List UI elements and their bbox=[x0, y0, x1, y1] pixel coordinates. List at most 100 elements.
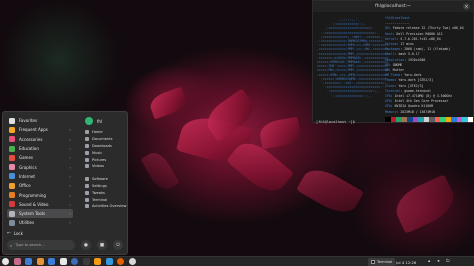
wallpaper-leaf bbox=[296, 162, 364, 220]
info-value: Yaru [GTK2/3] bbox=[398, 83, 424, 88]
network-icon[interactable]: ▴ bbox=[428, 259, 433, 264]
search-input[interactable] bbox=[15, 241, 72, 249]
fedora-icon[interactable] bbox=[71, 258, 78, 265]
places-item-pictures[interactable]: Pictures bbox=[85, 156, 127, 163]
category-office[interactable]: Office › bbox=[7, 181, 73, 190]
sync-icon[interactable] bbox=[128, 258, 136, 265]
menu-bottom-bar: ⌕ ● ■ ⏻ bbox=[7, 240, 125, 250]
terminal-titlebar[interactable]: fhl@localhost:~ × bbox=[313, 1, 473, 12]
category-system-tools[interactable]: System Tools › bbox=[7, 208, 73, 219]
system-tray[interactable]: ▴ ◂ ⏻ bbox=[428, 259, 455, 264]
wallpaper-leaf bbox=[258, 116, 302, 150]
software-icon[interactable] bbox=[59, 258, 67, 265]
item-label: Documents bbox=[92, 137, 113, 142]
category-label: Programming bbox=[19, 192, 46, 198]
category-education[interactable]: Education › bbox=[7, 144, 73, 153]
system-item-settings[interactable]: Settings bbox=[85, 183, 127, 190]
info-key: Uptime bbox=[385, 42, 397, 47]
info-value: bash 5.0.17 bbox=[398, 52, 420, 57]
user-button[interactable]: fhl bbox=[85, 116, 127, 126]
info-value: Yaru-dark bbox=[404, 73, 422, 78]
shield-icon[interactable] bbox=[48, 258, 55, 265]
category-sound-video[interactable]: Sound & Video › bbox=[7, 200, 73, 209]
category-list: Favorites Frequent Apps › Accessories › Educa… bbox=[7, 116, 73, 228]
wallpaper-leaf bbox=[140, 148, 180, 194]
places-item-documents[interactable]: Documents bbox=[85, 136, 127, 143]
folder-icon bbox=[85, 197, 89, 202]
category-utilities[interactable]: Utilities › bbox=[7, 218, 73, 227]
folder-icon[interactable] bbox=[25, 258, 32, 265]
user-name: fhl bbox=[97, 118, 103, 124]
menu-icon[interactable] bbox=[2, 258, 9, 265]
terminal-body[interactable]: .',;::::;,'. .';:cccccccccccc:;,. .;cccc… bbox=[313, 12, 473, 124]
category-graphics[interactable]: Graphics › bbox=[7, 162, 73, 171]
search-box[interactable]: ⌕ bbox=[7, 240, 75, 250]
chevron-right-icon: › bbox=[69, 127, 71, 133]
category-label: Sound & Video bbox=[19, 201, 49, 207]
lock-button[interactable]: ← Lock bbox=[7, 229, 29, 237]
taskbar-terminal-task[interactable]: Terminal bbox=[368, 258, 396, 266]
info-value: Fedora release 32 (Thirty Two) x86_64 bbox=[392, 26, 464, 31]
volume-icon[interactable]: ◂ bbox=[437, 259, 442, 264]
media-icon[interactable] bbox=[105, 258, 113, 265]
category-label: Education bbox=[19, 146, 39, 152]
wallpaper-leaf bbox=[147, 86, 189, 120]
chevron-right-icon: › bbox=[69, 173, 71, 179]
system-item-activities-overview[interactable]: Activities Overview bbox=[85, 203, 127, 210]
category-icon bbox=[9, 136, 15, 143]
terminal-window[interactable]: fhl@localhost:~ × .',;::::;,'. .';:ccccc… bbox=[312, 0, 474, 124]
system-item-terminal[interactable]: Terminal bbox=[85, 196, 127, 203]
system-item-software[interactable]: Software bbox=[85, 176, 127, 183]
places-column: fhl Home Documents Downloads Music Pictures V… bbox=[85, 116, 127, 210]
folder-icon bbox=[85, 204, 89, 209]
category-internet[interactable]: Internet › bbox=[7, 172, 73, 181]
category-label: Utilities bbox=[19, 220, 35, 226]
category-favorites[interactable]: Favorites bbox=[7, 116, 73, 125]
avatar bbox=[85, 117, 93, 125]
power-icon[interactable]: ⏻ bbox=[446, 259, 451, 264]
item-label: Pictures bbox=[92, 157, 107, 162]
info-key: Host bbox=[385, 31, 393, 36]
info-key: Memory bbox=[385, 109, 397, 114]
close-icon[interactable]: × bbox=[463, 3, 470, 10]
chevron-right-icon: › bbox=[69, 211, 71, 217]
category-games[interactable]: Games › bbox=[7, 153, 73, 162]
clock[interactable]: Jul 4 12:26 bbox=[396, 260, 416, 265]
folder-icon bbox=[85, 164, 89, 169]
calendar-icon[interactable] bbox=[36, 258, 44, 265]
category-label: Graphics bbox=[19, 164, 37, 170]
rss-icon[interactable] bbox=[94, 258, 101, 265]
item-label: Software bbox=[92, 177, 108, 182]
item-label: Downloads bbox=[92, 143, 112, 148]
folder-icon bbox=[85, 137, 89, 142]
places-item-downloads[interactable]: Downloads bbox=[85, 143, 127, 150]
folder-icon bbox=[85, 143, 89, 148]
back-arrow-icon: ← bbox=[7, 230, 11, 236]
places-item-videos[interactable]: Videos bbox=[85, 163, 127, 170]
category-icon bbox=[9, 164, 15, 171]
lock-screen-icon[interactable]: ● bbox=[81, 240, 91, 250]
system-item-tweaks[interactable]: Tweaks bbox=[85, 189, 127, 196]
category-accessories[interactable]: Accessories › bbox=[7, 135, 73, 144]
places-item-home[interactable]: Home bbox=[85, 129, 127, 136]
category-programming[interactable]: Programming › bbox=[7, 190, 73, 199]
power-icon[interactable]: ⏻ bbox=[113, 240, 123, 250]
files-icon[interactable] bbox=[13, 258, 21, 265]
info-key: Icons bbox=[385, 83, 395, 88]
places-item-music[interactable]: Music bbox=[85, 149, 127, 156]
category-frequent-apps[interactable]: Frequent Apps › bbox=[7, 125, 73, 134]
item-label: Home bbox=[92, 130, 103, 135]
category-label: Internet bbox=[19, 173, 35, 179]
chevron-right-icon: › bbox=[69, 220, 71, 226]
info-value: 1920x1080 bbox=[408, 57, 426, 62]
terminal-icon[interactable] bbox=[82, 258, 90, 265]
logout-icon[interactable]: ■ bbox=[97, 240, 107, 250]
info-value: gnome-terminal bbox=[404, 88, 432, 93]
chevron-right-icon: › bbox=[69, 155, 71, 161]
fedora-ascii-logo: .',;::::;,'. .';:cccccccccccc:;,. .;cccc… bbox=[317, 18, 390, 98]
firefox-icon[interactable] bbox=[117, 258, 124, 265]
info-value: Dell Precision M4800 A12 bbox=[396, 31, 443, 36]
taskbar: Terminal Jul 4 12:26 ▴ ◂ ⏻ bbox=[0, 256, 474, 266]
terminal-prompt[interactable]: [fhl@localhost ~]$ bbox=[316, 120, 355, 124]
info-key: Terminal bbox=[385, 88, 401, 93]
